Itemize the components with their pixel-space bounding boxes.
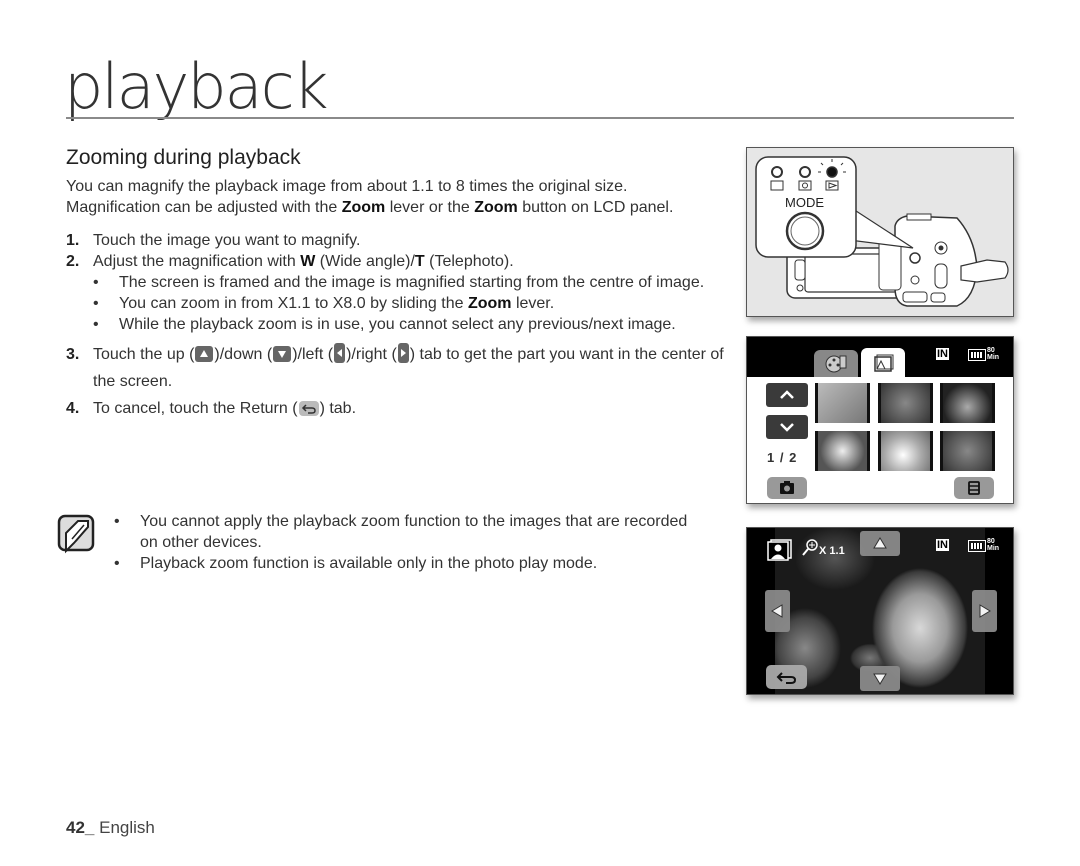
mode-label: MODE [785,195,824,210]
language: English [99,818,155,837]
storage-internal-icon: IN [936,539,949,551]
photo-tab[interactable] [861,348,905,377]
triangle-up-icon [873,537,887,549]
down-tab-icon [273,346,292,362]
chevron-down-icon [780,423,794,432]
step-2: 2. Adjust the magnification with W (Wide… [66,253,514,270]
camera-icon [780,481,794,494]
thumbnail-cactus[interactable] [940,383,995,423]
page-indicator: 1 / 2 [767,450,798,465]
note-item: You cannot apply the playback zoom funct… [56,511,696,553]
bullet-item: While the playback zoom is in use, you c… [66,314,731,335]
page-down-button[interactable] [766,415,808,439]
thumbnail-view-figure: IN 80 Min 1 / 2 [746,336,1014,504]
camcorder-mode-figure: MODE [746,147,1014,317]
photo-mode-lamp [799,166,811,178]
triangle-left-icon [771,604,783,618]
thumbnail-puppies[interactable] [878,431,933,471]
instructions: You can magnify the playback image from … [66,176,731,419]
page-number: 42_ [66,818,95,837]
bullet-item: You can zoom in from X1.1 to X8.0 by sli… [66,293,731,314]
camera-button[interactable] [767,477,807,499]
zoom-playback-figure: X 1.1 IN 80 Min [746,527,1014,695]
video-tab[interactable] [814,350,858,377]
thumbnail-bird[interactable] [815,383,870,423]
mode-button-graphic [785,211,825,251]
step-2-bullets: The screen is framed and the image is ma… [66,272,731,335]
page-up-button[interactable] [766,383,808,407]
zoom-level: X 1.1 [819,545,845,557]
pan-right-button[interactable] [972,590,997,632]
photo-mode-icon [767,539,792,561]
pan-down-button[interactable] [860,666,900,691]
camcorder-illustration [755,156,1009,307]
video-mode-icon [770,180,784,191]
chevron-up-icon [780,390,794,399]
chapter-title: playback [64,50,329,123]
chapter-rule [66,117,1014,119]
battery-time: 80 Min [987,347,1000,361]
note-item: Playback zoom function is available only… [56,553,696,574]
video-mode-lamp [771,166,783,178]
triangle-right-icon [979,604,991,618]
note-box: You cannot apply the playback zoom funct… [56,511,696,574]
tab-bar: IN 80 Min [747,337,1013,377]
return-icon [776,672,797,684]
right-tab-icon [397,343,409,363]
page-footer: 42_ English [66,818,155,838]
battery-time: 80 Min [987,538,1000,552]
storage-internal-icon: IN [936,348,949,360]
photo-mode-icon [798,180,812,191]
battery-icon [968,349,986,361]
return-button[interactable] [766,665,807,689]
thumbnail-dandelion[interactable] [815,431,870,471]
up-tab-icon [195,346,214,362]
triangle-down-icon [873,673,887,685]
pan-up-button[interactable] [860,531,900,556]
thumbnail-area: 1 / 2 [747,377,1013,503]
thumbnail-leaves[interactable] [878,383,933,423]
battery-icon [968,540,986,552]
zoom-magnifier-icon [802,539,818,556]
thumbnail-fruit[interactable] [940,431,995,471]
menu-button[interactable] [954,477,994,499]
return-tab-icon [298,401,319,416]
playback-mode-lamp [826,166,838,178]
section-title: Zooming during playback [66,146,301,169]
left-tab-icon [334,343,346,363]
photo-stack-icon [874,354,894,372]
bullet-item: The screen is framed and the image is ma… [66,272,731,293]
menu-icon [968,481,980,495]
step-3: 3. Touch the up ()/down ()/left ()/right… [66,341,731,395]
step-1: 1. Touch the image you want to magnify. [66,232,361,249]
film-reel-icon [825,355,847,373]
pan-left-button[interactable] [765,590,790,632]
step-4: 4. To cancel, touch the Return () tab. [66,400,357,417]
intro-paragraph: You can magnify the playback image from … [66,178,674,216]
